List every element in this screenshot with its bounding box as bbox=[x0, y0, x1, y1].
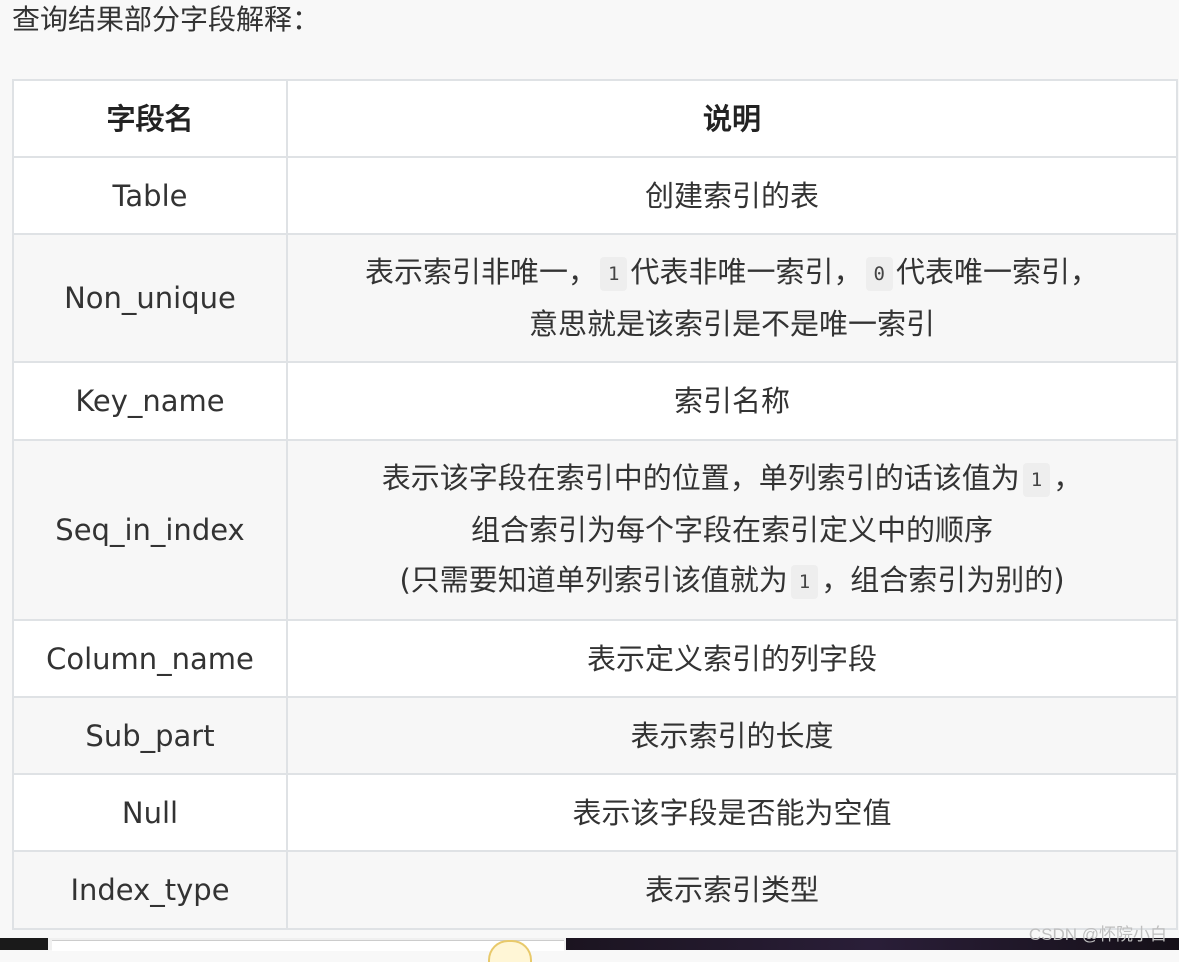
description-text: ， bbox=[1053, 461, 1083, 495]
field-cell: Seq_in_index bbox=[12, 439, 288, 621]
description-cell: 表示定义索引的列字段 bbox=[286, 619, 1178, 698]
header-description: 说明 bbox=[286, 79, 1178, 158]
table-row: Index_type 表示索引类型 bbox=[12, 850, 1178, 930]
table-row: Key_name 索引名称 bbox=[12, 361, 1178, 441]
description-cell: 表示索引非唯一， 1 代表非唯一索引， 0 代表唯一索引， 意思就是该索引是不是唯一索引 bbox=[286, 233, 1178, 363]
header-field-name: 字段名 bbox=[12, 79, 288, 158]
description-line: (只需要知道单列索引该值就为 1 ，组合索引为别的) bbox=[296, 555, 1168, 607]
description-line: 表示该字段在索引中的位置，单列索引的话该值为 1， bbox=[296, 453, 1168, 505]
table-row: Table 创建索引的表 bbox=[12, 156, 1178, 235]
field-explanation-table: 字段名 说明 Table 创建索引的表 Non_unique 表示索引非唯一， 1… bbox=[12, 79, 1178, 930]
description-text: (只需要知道单列索引该值就为 bbox=[399, 563, 788, 597]
watermark: CSDN @怀院小白 bbox=[1028, 925, 1167, 944]
inline-code: 1 bbox=[790, 565, 819, 599]
description-cell: 表示该字段是否能为空值 bbox=[286, 773, 1178, 852]
field-cell: Key_name bbox=[12, 361, 288, 441]
description-cell: 表示索引类型 bbox=[286, 850, 1178, 930]
bottom-image-strip bbox=[0, 938, 1179, 962]
table-row: Sub_part 表示索引的长度 bbox=[12, 696, 1178, 775]
description-line: 组合索引为每个字段在索引定义中的顺序 bbox=[470, 513, 993, 547]
description-cell: 表示该字段在索引中的位置，单列索引的话该值为 1， 组合索引为每个字段在索引定义中… bbox=[286, 439, 1178, 621]
table-row: Seq_in_index 表示该字段在索引中的位置，单列索引的话该值为 1， 组合… bbox=[12, 439, 1178, 621]
description-text: 代表非唯一索引， bbox=[630, 255, 863, 289]
description-line: 意思就是该索引是不是唯一索引 bbox=[528, 307, 935, 341]
description-cell: 表示索引的长度 bbox=[286, 696, 1178, 775]
field-cell: Sub_part bbox=[12, 696, 288, 775]
inline-code: 0 bbox=[865, 257, 893, 291]
field-cell: Non_unique bbox=[12, 233, 288, 363]
field-cell: Index_type bbox=[12, 850, 288, 930]
light-image-fragment bbox=[52, 940, 564, 951]
description-text: 代表唯一索引， bbox=[895, 255, 1099, 289]
table-row: Column_name 表示定义索引的列字段 bbox=[12, 619, 1178, 698]
dark-image-fragment bbox=[0, 938, 48, 950]
intro-heading: 查询结果部分字段解释： bbox=[12, 3, 321, 36]
table-row: Non_unique 表示索引非唯一， 1 代表非唯一索引， 0 代表唯一索引， 意思就… bbox=[12, 233, 1178, 363]
description-text: 表示索引非唯一， bbox=[365, 255, 598, 289]
description-line: 表示索引非唯一， 1 代表非唯一索引， 0 代表唯一索引， bbox=[296, 247, 1168, 299]
field-cell: Null bbox=[12, 773, 288, 852]
field-cell: Column_name bbox=[12, 619, 288, 698]
inline-code: 1 bbox=[1022, 463, 1051, 497]
table-row: Null 表示该字段是否能为空值 bbox=[12, 773, 1178, 852]
description-text: 表示该字段在索引中的位置，单列索引的话该值为 bbox=[381, 461, 1020, 495]
description-text: ，组合索引为别的) bbox=[821, 563, 1065, 597]
inline-code: 1 bbox=[600, 257, 628, 291]
field-cell: Table bbox=[12, 156, 288, 235]
table-header-row: 字段名 说明 bbox=[12, 79, 1178, 158]
description-cell: 索引名称 bbox=[286, 361, 1178, 441]
description-cell: 创建索引的表 bbox=[286, 156, 1178, 235]
